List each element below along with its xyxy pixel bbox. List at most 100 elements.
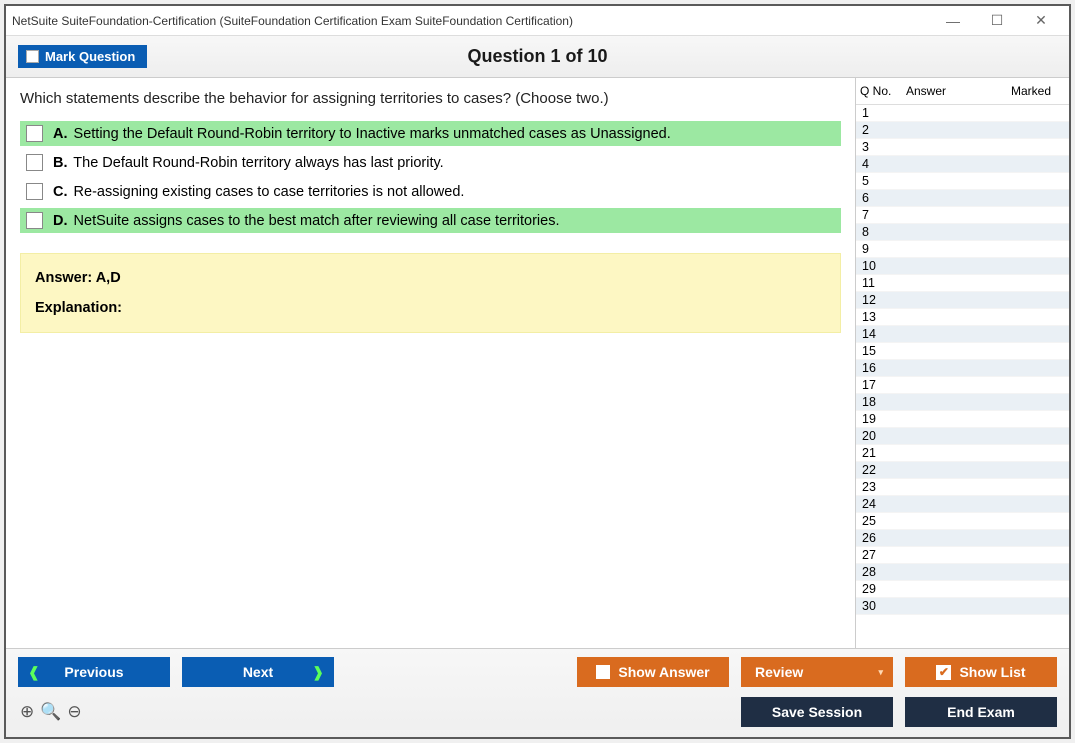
- option-body: The Default Round-Robin territory always…: [70, 155, 444, 171]
- option-text: C. Re-assigning existing cases to case t…: [53, 184, 464, 200]
- question-number: 13: [860, 310, 906, 324]
- option-checkbox[interactable]: [26, 154, 43, 171]
- question-list-row[interactable]: 16: [856, 360, 1069, 377]
- col-answer: Answer: [906, 84, 1009, 98]
- question-list-row[interactable]: 21: [856, 445, 1069, 462]
- question-number: 10: [860, 259, 906, 273]
- end-exam-button[interactable]: End Exam: [905, 697, 1057, 727]
- question-list-row[interactable]: 11: [856, 275, 1069, 292]
- question-list-row[interactable]: 7: [856, 207, 1069, 224]
- question-list-row[interactable]: 15: [856, 343, 1069, 360]
- question-number: 3: [860, 140, 906, 154]
- footer: ❰ Previous Next ❱ Show Answer Review ▾ ✔…: [6, 648, 1069, 737]
- question-number: 4: [860, 157, 906, 171]
- question-list-row[interactable]: 9: [856, 241, 1069, 258]
- question-list-row[interactable]: 27: [856, 547, 1069, 564]
- content-area: Which statements describe the behavior f…: [6, 78, 1069, 648]
- question-list-row[interactable]: 14: [856, 326, 1069, 343]
- app-window: NetSuite SuiteFoundation-Certification (…: [4, 4, 1071, 739]
- question-number: 7: [860, 208, 906, 222]
- option-row[interactable]: A. Setting the Default Round-Robin terri…: [20, 121, 841, 146]
- option-body: Setting the Default Round-Robin territor…: [70, 126, 671, 142]
- option-checkbox[interactable]: [26, 183, 43, 200]
- question-number: 30: [860, 599, 906, 613]
- question-number: 16: [860, 361, 906, 375]
- show-list-button[interactable]: ✔ Show List: [905, 657, 1057, 687]
- question-number: 2: [860, 123, 906, 137]
- question-list-row[interactable]: 10: [856, 258, 1069, 275]
- question-list-row[interactable]: 18: [856, 394, 1069, 411]
- question-list-row[interactable]: 1: [856, 105, 1069, 122]
- question-number: 12: [860, 293, 906, 307]
- chevron-left-icon: ❰: [28, 664, 40, 681]
- review-dropdown[interactable]: Review ▾: [741, 657, 893, 687]
- question-number: 27: [860, 548, 906, 562]
- question-list-row[interactable]: 30: [856, 598, 1069, 615]
- question-number: 29: [860, 582, 906, 596]
- question-number: 20: [860, 429, 906, 443]
- zoom-in-icon[interactable]: 🔍: [40, 702, 61, 722]
- question-list-row[interactable]: 4: [856, 156, 1069, 173]
- question-number: 8: [860, 225, 906, 239]
- question-list[interactable]: 1234567891011121314151617181920212223242…: [856, 105, 1069, 648]
- question-number: 18: [860, 395, 906, 409]
- question-number: 28: [860, 565, 906, 579]
- previous-button[interactable]: ❰ Previous: [18, 657, 170, 687]
- question-list-row[interactable]: 23: [856, 479, 1069, 496]
- option-text: A. Setting the Default Round-Robin terri…: [53, 126, 671, 142]
- zoom-reset-icon[interactable]: ⊕: [20, 702, 34, 722]
- question-list-row[interactable]: 20: [856, 428, 1069, 445]
- option-body: Re-assigning existing cases to case terr…: [70, 184, 465, 200]
- option-checkbox[interactable]: [26, 212, 43, 229]
- option-checkbox[interactable]: [26, 125, 43, 142]
- close-button[interactable]: ✕: [1019, 7, 1063, 35]
- footer-row-2: ⊕ 🔍 ⊖ Save Session End Exam: [18, 697, 1057, 727]
- window-title: NetSuite SuiteFoundation-Certification (…: [12, 14, 931, 28]
- question-list-row[interactable]: 17: [856, 377, 1069, 394]
- next-button[interactable]: Next ❱: [182, 657, 334, 687]
- question-list-row[interactable]: 12: [856, 292, 1069, 309]
- col-marked: Marked: [1009, 84, 1065, 98]
- question-list-row[interactable]: 3: [856, 139, 1069, 156]
- zoom-out-icon[interactable]: ⊖: [67, 702, 81, 722]
- question-number: 19: [860, 412, 906, 426]
- question-list-row[interactable]: 25: [856, 513, 1069, 530]
- option-row[interactable]: B. The Default Round-Robin territory alw…: [20, 150, 841, 175]
- minimize-button[interactable]: ―: [931, 7, 975, 35]
- question-number: 17: [860, 378, 906, 392]
- question-list-row[interactable]: 24: [856, 496, 1069, 513]
- option-letter: A.: [53, 126, 68, 142]
- review-label: Review: [755, 664, 803, 680]
- question-number: 5: [860, 174, 906, 188]
- maximize-button[interactable]: ☐: [975, 7, 1019, 35]
- question-list-panel: Q No. Answer Marked 12345678910111213141…: [855, 78, 1069, 648]
- question-list-row[interactable]: 6: [856, 190, 1069, 207]
- question-list-row[interactable]: 13: [856, 309, 1069, 326]
- question-list-row[interactable]: 28: [856, 564, 1069, 581]
- option-text: D. NetSuite assigns cases to the best ma…: [53, 213, 560, 229]
- question-list-row[interactable]: 29: [856, 581, 1069, 598]
- question-list-row[interactable]: 5: [856, 173, 1069, 190]
- option-letter: B.: [53, 155, 68, 171]
- show-answer-button[interactable]: Show Answer: [577, 657, 729, 687]
- question-text: Which statements describe the behavior f…: [20, 90, 841, 107]
- save-session-label: Save Session: [772, 704, 862, 720]
- question-number: 21: [860, 446, 906, 460]
- option-row[interactable]: D. NetSuite assigns cases to the best ma…: [20, 208, 841, 233]
- save-session-button[interactable]: Save Session: [741, 697, 893, 727]
- question-list-row[interactable]: 19: [856, 411, 1069, 428]
- mark-question-button[interactable]: Mark Question: [18, 45, 147, 68]
- previous-label: Previous: [64, 664, 123, 680]
- question-number: 24: [860, 497, 906, 511]
- checkbox-checked-icon: ✔: [936, 665, 951, 680]
- question-heading: Question 1 of 10: [6, 46, 1069, 67]
- question-list-row[interactable]: 8: [856, 224, 1069, 241]
- option-row[interactable]: C. Re-assigning existing cases to case t…: [20, 179, 841, 204]
- question-list-row[interactable]: 22: [856, 462, 1069, 479]
- option-body: NetSuite assigns cases to the best match…: [70, 213, 560, 229]
- question-list-row[interactable]: 2: [856, 122, 1069, 139]
- mark-question-label: Mark Question: [45, 49, 135, 64]
- question-list-row[interactable]: 26: [856, 530, 1069, 547]
- titlebar: NetSuite SuiteFoundation-Certification (…: [6, 6, 1069, 36]
- zoom-controls: ⊕ 🔍 ⊖: [18, 702, 82, 722]
